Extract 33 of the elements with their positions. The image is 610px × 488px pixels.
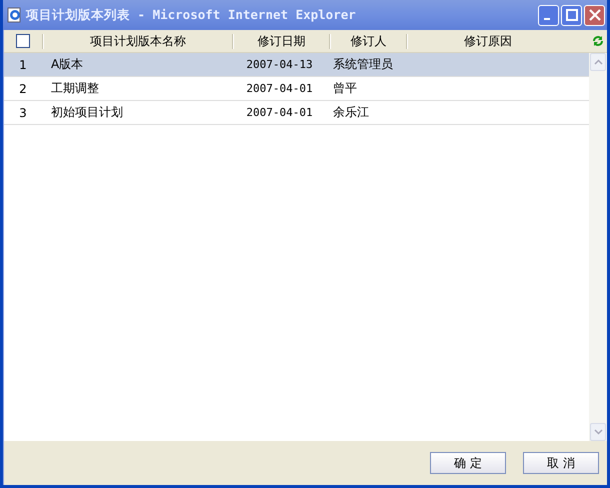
row-number: 3 (18, 106, 28, 120)
browser-icon (7, 7, 23, 23)
column-header[interactable]: 修订日期 (234, 32, 329, 50)
maximize-button[interactable] (561, 4, 582, 26)
window-title: 项目计划版本列表 - Microsoft Internet Explorer (26, 6, 357, 24)
reviser-cell-text: 系统管理员 (332, 56, 394, 73)
maximize-icon (566, 9, 578, 21)
refresh-icon[interactable] (592, 35, 604, 47)
column-header[interactable]: 项目计划版本名称 (44, 32, 232, 50)
minimize-button[interactable] (538, 4, 559, 26)
chevron-up-icon (594, 59, 602, 65)
close-button[interactable] (584, 4, 605, 26)
chevron-down-icon (594, 429, 602, 435)
ok-button[interactable]: 确 定 (430, 452, 506, 474)
date-cell-text: 2007-04-13 (245, 58, 314, 71)
version-name-cell-text: 初始项目计划 (50, 104, 124, 121)
date-cell-text: 2007-04-01 (245, 82, 314, 95)
close-icon (588, 9, 600, 21)
version-name-cell-text: 工期调整 (50, 80, 100, 97)
reviser-cell-text: 余乐江 (332, 104, 370, 121)
column-header[interactable]: 修订人 (331, 32, 406, 50)
minimize-icon (544, 18, 550, 20)
table-row[interactable]: 2 工期调整 2007-04-01 曾平 (4, 77, 589, 101)
column-header[interactable]: 修订原因 (408, 32, 568, 50)
reviser-cell-text: 曾平 (332, 80, 358, 97)
select-all-checkbox[interactable] (16, 34, 30, 48)
table-row[interactable]: 3 初始项目计划 2007-04-01 余乐江 (4, 101, 589, 125)
version-name-cell-text: A版本 (50, 56, 84, 73)
row-number: 2 (18, 82, 28, 96)
cancel-button[interactable]: 取 消 (523, 452, 599, 474)
date-cell-text: 2007-04-01 (245, 106, 314, 119)
row-number: 1 (18, 58, 28, 72)
table-row[interactable]: 1 A版本 2007-04-13 系统管理员 (4, 53, 589, 77)
